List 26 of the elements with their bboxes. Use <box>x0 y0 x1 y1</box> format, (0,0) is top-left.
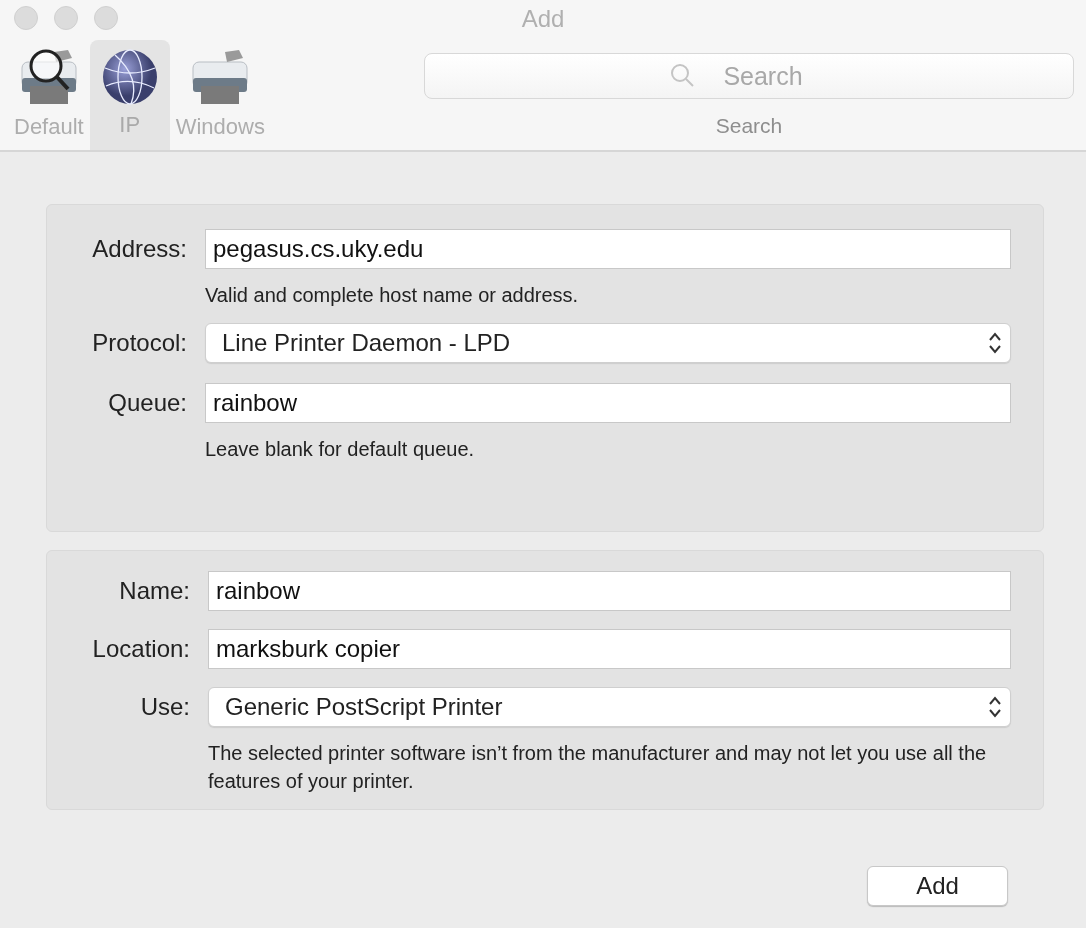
field-label: Address: <box>91 235 187 263</box>
chevron-updown-icon <box>988 695 1002 719</box>
text-field[interactable]: marksburk copier <box>208 629 1011 669</box>
field-label: Name: <box>118 577 190 605</box>
field-label: Location: <box>91 635 190 663</box>
add-button[interactable]: Add <box>867 866 1008 906</box>
minimize-button[interactable] <box>54 6 78 30</box>
close-button[interactable] <box>14 6 38 30</box>
dropdown[interactable]: Generic PostScript Printer <box>208 687 1011 727</box>
text-field[interactable]: rainbow <box>208 571 1011 611</box>
hint-text: Leave blank for default queue. <box>205 437 476 462</box>
search-icon <box>670 63 696 89</box>
search-label: Search <box>715 114 783 138</box>
hint-text: Valid and complete host name or address. <box>205 283 580 308</box>
globe-icon <box>100 48 159 106</box>
field-label: Use: <box>139 693 190 721</box>
text-field[interactable]: pegasus.cs.uky.edu <box>205 229 1011 269</box>
dropdown[interactable]: Line Printer Daemon - LPD <box>205 323 1011 363</box>
field-label: Protocol: <box>91 329 187 357</box>
text-field[interactable]: rainbow <box>205 383 1011 423</box>
window-title: Add <box>521 5 565 33</box>
chevron-updown-icon <box>988 331 1002 355</box>
hint-text: The selected printer software isn’t from the manufacturer and may not let you use all the features of your printer. <box>208 741 988 794</box>
zoom-button[interactable] <box>94 6 118 30</box>
search-field[interactable]: Search <box>424 53 1074 99</box>
field-label: Queue: <box>107 389 187 417</box>
